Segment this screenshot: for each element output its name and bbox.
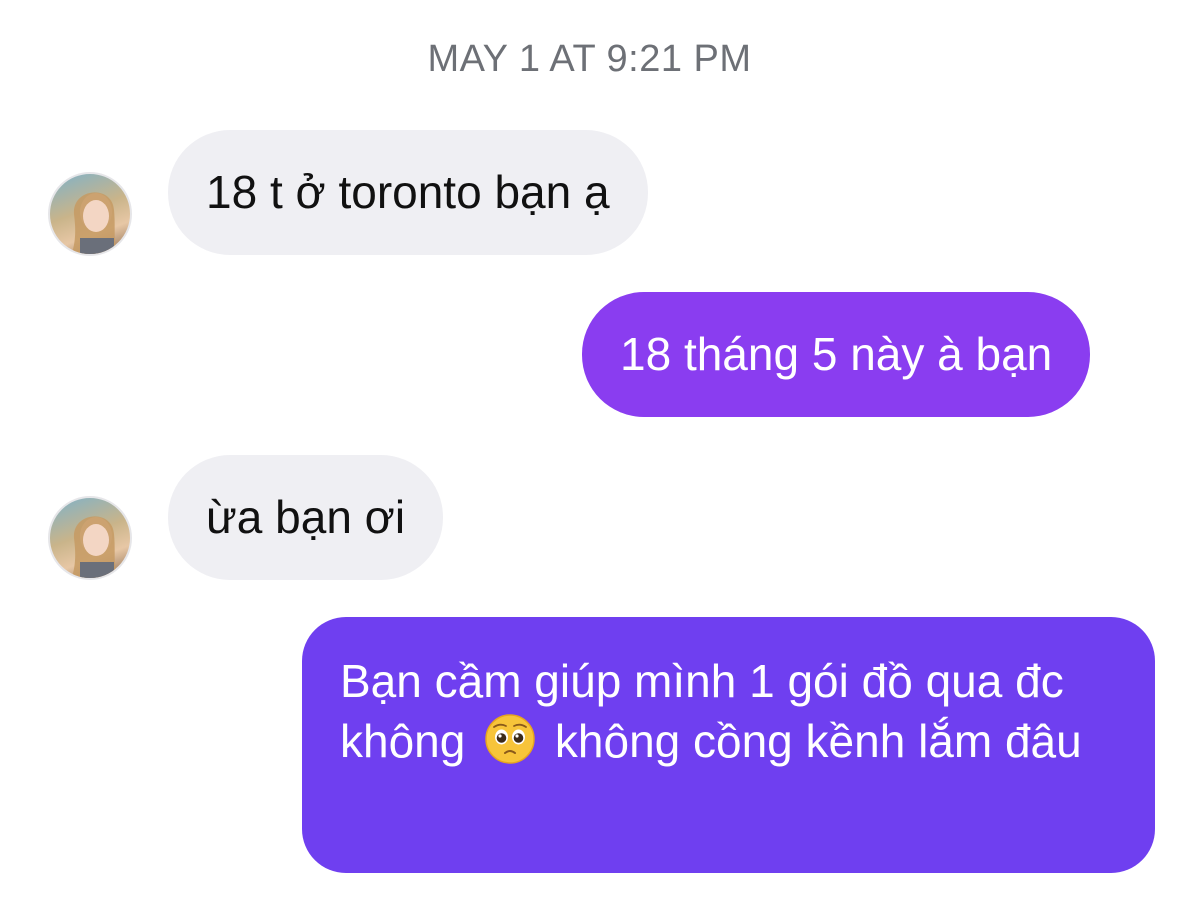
chat-timestamp: MAY 1 AT 9:21 PM xyxy=(427,38,752,80)
pleading-face-emoji-icon xyxy=(485,714,535,764)
contact-avatar[interactable] xyxy=(48,496,132,580)
avatar-photo-icon xyxy=(71,516,119,578)
incoming-message-bubble[interactable]: ừa bạn ơi xyxy=(168,455,444,580)
outgoing-message-bubble[interactable]: Bạn cầm giúp mình 1 gói đồ qua đc không … xyxy=(302,617,1155,873)
outgoing-message-bubble[interactable]: 18 tháng 5 này à bạn xyxy=(582,292,1091,417)
avatar-photo-icon xyxy=(71,192,119,254)
incoming-message-bubble[interactable]: 18 t ở toronto bạn ạ xyxy=(168,130,648,255)
contact-avatar[interactable] xyxy=(48,172,132,256)
message-text-part: không cồng kềnh lắm đâu xyxy=(554,715,1082,767)
